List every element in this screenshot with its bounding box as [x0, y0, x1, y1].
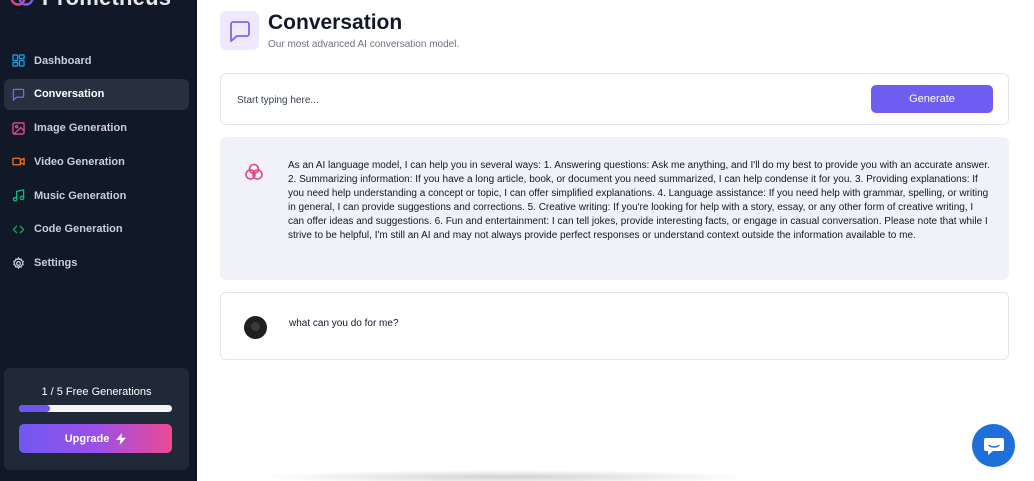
sidebar-item-label: Image Generation — [34, 122, 127, 135]
sidebar-item-image-generation[interactable]: Image Generation — [4, 113, 189, 144]
sidebar-item-settings[interactable]: Settings — [4, 248, 189, 279]
usage-progress-fill — [19, 405, 50, 412]
code-icon — [11, 222, 25, 236]
image-icon — [11, 121, 25, 135]
avatar — [244, 316, 267, 339]
support-chat-button[interactable] — [972, 424, 1015, 467]
free-generations-counter: 1 / 5 Free Generations — [41, 386, 152, 398]
message-square-icon — [11, 87, 25, 101]
message-text: what can you do for me? — [289, 318, 399, 329]
assistant-message: As an AI language model, I can help you … — [220, 137, 1009, 280]
sidebar-item-label: Settings — [34, 257, 78, 270]
usage-progress-bar — [19, 405, 172, 412]
sidebar-item-conversation[interactable]: Conversation — [4, 78, 189, 110]
page-subtitle: Our most advanced AI conversation model. — [268, 39, 460, 50]
user-message: what can you do for me? — [220, 292, 1009, 360]
upgrade-button[interactable]: Upgrade — [19, 424, 172, 453]
sidebar-item-video-generation[interactable]: Video Generation — [4, 146, 189, 177]
message-text: As an AI language model, I can help you … — [288, 160, 990, 242]
sidebar-item-music-generation[interactable]: Music Generation — [4, 180, 189, 211]
message-square-icon — [220, 11, 259, 50]
page-title: Conversation — [268, 11, 403, 34]
sidebar-item-code-generation[interactable]: Code Generation — [4, 214, 189, 245]
brand-name: Prometheus — [42, 0, 171, 11]
chat-bubble-icon — [983, 437, 1004, 455]
prompt-input[interactable] — [237, 91, 837, 109]
sidebar-item-label: Dashboard — [34, 54, 92, 67]
settings-icon — [11, 256, 25, 270]
sidebar-item-label: Video Generation — [34, 155, 125, 168]
dashboard-icon — [11, 54, 25, 68]
generate-button[interactable]: Generate — [871, 85, 993, 113]
upgrade-label: Upgrade — [64, 432, 110, 445]
sidebar-item-label: Conversation — [34, 88, 105, 101]
music-icon — [11, 189, 25, 203]
sidebar-item-dashboard[interactable]: Dashboard — [4, 45, 189, 76]
sidebar: Prometheus Dashboard Conversation Image … — [0, 0, 197, 481]
video-icon — [11, 155, 25, 169]
sidebar-item-label: Music Generation — [34, 189, 127, 202]
free-generations-card: 1 / 5 Free Generations Upgrade — [4, 368, 189, 470]
sidebar-nav: Dashboard Conversation Image Generation … — [4, 45, 189, 282]
prompt-form: Generate — [220, 73, 1009, 125]
main-content: Conversation Our most advanced AI conver… — [197, 0, 1034, 481]
brand-logo[interactable]: Prometheus — [10, 0, 171, 10]
scroll-shadow — [257, 470, 757, 481]
logo-icon — [10, 0, 34, 6]
sidebar-item-label: Code Generation — [34, 223, 123, 236]
bot-avatar-icon — [245, 163, 263, 180]
zap-icon — [116, 432, 127, 445]
